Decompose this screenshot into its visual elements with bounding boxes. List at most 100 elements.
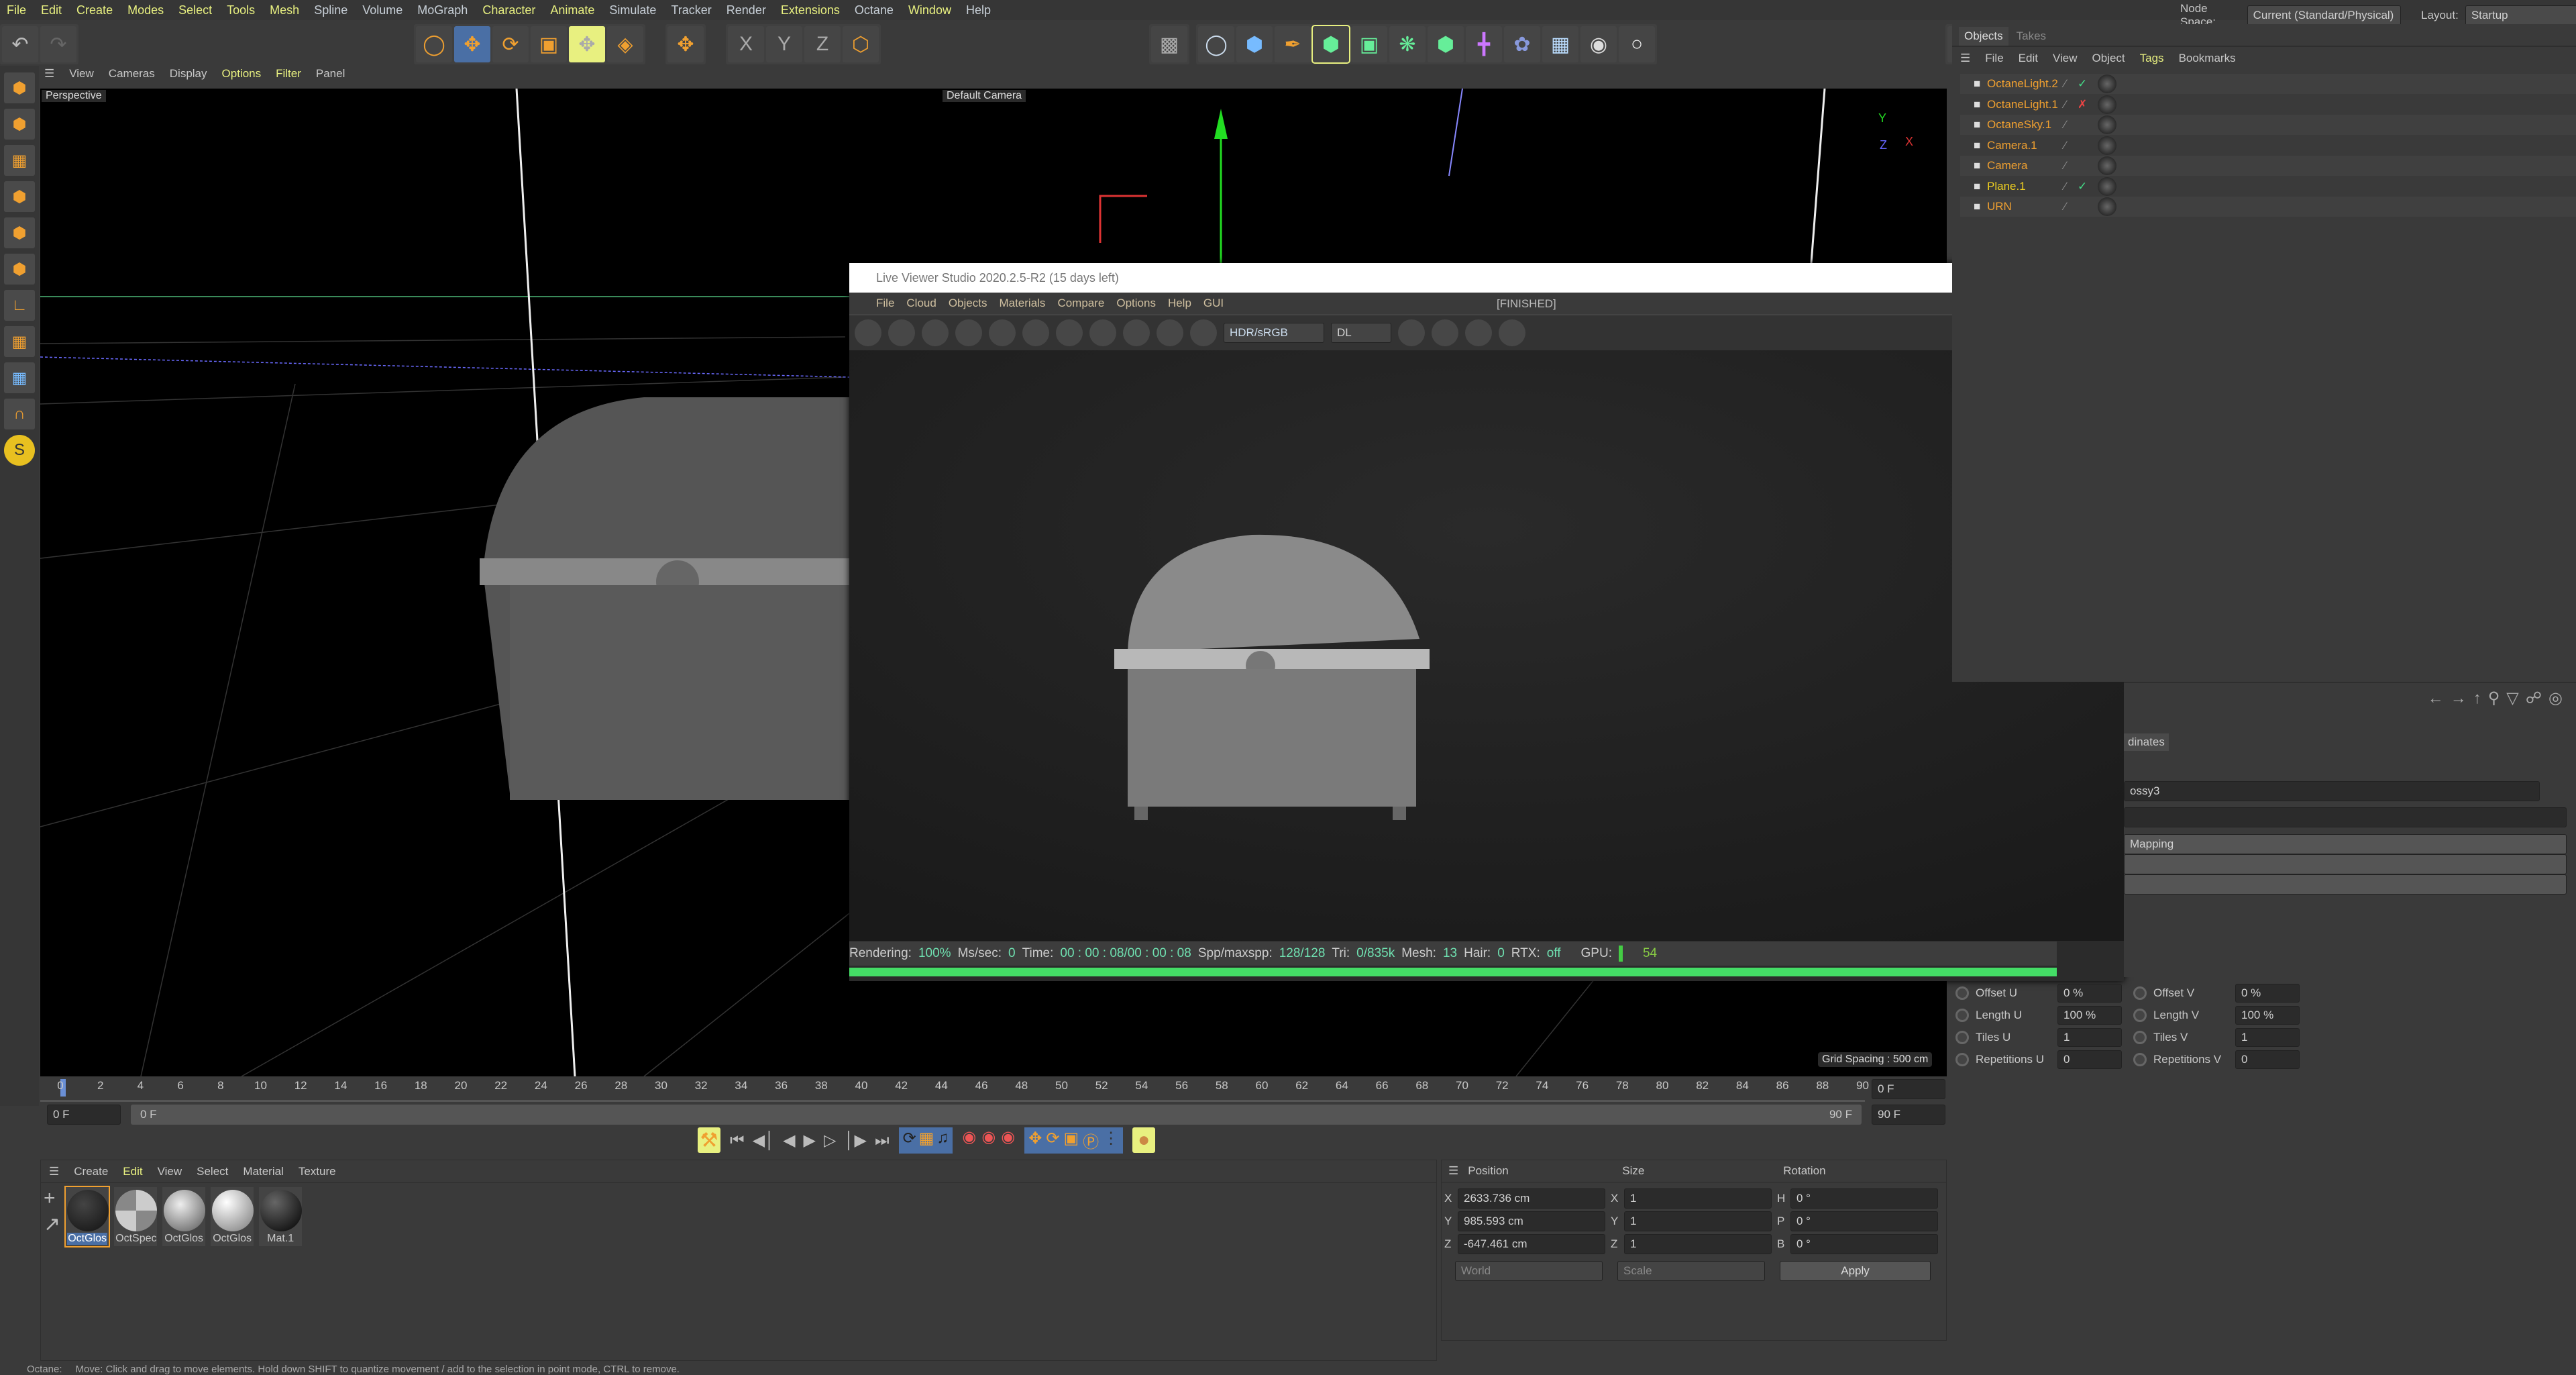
key-scale-icon[interactable]: ▣: [1063, 1129, 1079, 1152]
animate-radio[interactable]: [2133, 986, 2147, 1000]
menu-render[interactable]: Render: [727, 3, 766, 17]
menu-window[interactable]: Window: [908, 3, 951, 17]
viewport-menu-view[interactable]: View: [69, 67, 94, 81]
menu-tools[interactable]: Tools: [227, 3, 255, 17]
object-name[interactable]: OctaneLight.2: [1987, 77, 2064, 91]
coord-mode-dropdown[interactable]: World: [1455, 1261, 1603, 1281]
objects-menu-tags[interactable]: Tags: [2140, 52, 2164, 65]
hamburger-icon[interactable]: ☰: [1448, 1164, 1458, 1178]
material-swatch[interactable]: OctSpec: [114, 1187, 158, 1246]
view-name-label[interactable]: Perspective: [42, 90, 106, 102]
object-row[interactable]: ■ OctaneSky.1 ⁄: [1960, 115, 2576, 135]
snapshot-icon[interactable]: [1465, 319, 1492, 346]
viewport-menu-display[interactable]: Display: [170, 67, 207, 81]
object-row[interactable]: ■ URN ⁄: [1960, 197, 2576, 217]
motion-system-icon[interactable]: ●: [1132, 1127, 1156, 1153]
material-menu-create[interactable]: Create: [74, 1165, 108, 1178]
end-frame-field[interactable]: 90 F: [1872, 1105, 1945, 1125]
visibility-icon[interactable]: ⁄: [2064, 118, 2078, 132]
rotate-tool-icon[interactable]: ⟳: [492, 26, 529, 62]
menu-modes[interactable]: Modes: [127, 3, 164, 17]
menu-tracker[interactable]: Tracker: [671, 3, 711, 17]
record-icon[interactable]: ◉: [962, 1127, 976, 1154]
object-row[interactable]: ■ Camera.1 ⁄: [1960, 135, 2576, 156]
visibility-icon[interactable]: ⁄: [2064, 77, 2078, 91]
material-menu-texture[interactable]: Texture: [299, 1165, 336, 1178]
animate-radio[interactable]: [2133, 1052, 2147, 1066]
reload-icon[interactable]: [888, 319, 915, 346]
projection-dropdown[interactable]: Mapping: [2124, 834, 2567, 854]
camera-label[interactable]: Default Camera: [943, 90, 1026, 102]
enabled-icon[interactable]: ✓: [2078, 77, 2098, 91]
menu-spline[interactable]: Spline: [314, 3, 347, 17]
size-mode-dropdown[interactable]: Scale: [1617, 1261, 1765, 1281]
loop-icon[interactable]: ⟳: [903, 1129, 916, 1152]
tag-icon[interactable]: [2098, 95, 2116, 114]
size-x-field[interactable]: 1: [1624, 1188, 1772, 1209]
tag-icon[interactable]: [2098, 197, 2116, 216]
menu-simulate[interactable]: Simulate: [609, 3, 656, 17]
clay-icon[interactable]: [1398, 319, 1425, 346]
lv-menu-file[interactable]: File: [876, 297, 894, 310]
keyframe-selection-icon[interactable]: ◉: [1001, 1127, 1015, 1154]
material-link-field[interactable]: ossy3: [2124, 781, 2540, 801]
menu-animate[interactable]: Animate: [550, 3, 594, 17]
extrude-icon[interactable]: ▣: [1351, 26, 1387, 62]
tag-icon[interactable]: [2098, 176, 2116, 196]
field-value[interactable]: 1: [2057, 1027, 2122, 1047]
material-menu-select[interactable]: Select: [197, 1165, 228, 1178]
position-y-field[interactable]: 985.593 cm: [1458, 1211, 1605, 1231]
model-mode-icon[interactable]: ⬢: [4, 109, 35, 140]
redo-icon[interactable]: ↷: [40, 26, 76, 62]
viewport-menu-options[interactable]: Options: [222, 67, 262, 81]
null-object-icon[interactable]: ◯: [1198, 26, 1234, 62]
objects-menu-edit[interactable]: Edit: [2019, 52, 2038, 65]
zoom-out-icon[interactable]: [1123, 319, 1150, 346]
object-row[interactable]: ■ OctaneLight.1 ⁄ ✗: [1960, 94, 2576, 115]
material-swatch[interactable]: OctGlos: [211, 1187, 254, 1246]
position-x-field[interactable]: 2633.736 cm: [1458, 1188, 1605, 1209]
side-dropdown[interactable]: [2124, 854, 2567, 874]
select-tool-icon[interactable]: ◯: [416, 26, 452, 62]
field-value[interactable]: 100 %: [2057, 1005, 2122, 1025]
s-icon[interactable]: S: [4, 435, 35, 466]
lv-menu-help[interactable]: Help: [1168, 297, 1191, 310]
pen-icon[interactable]: ✒: [1275, 26, 1311, 62]
autokey-icon[interactable]: ◉: [981, 1127, 996, 1154]
visibility-icon[interactable]: ⁄: [2064, 159, 2078, 172]
key-rotation-icon[interactable]: ⟳: [1046, 1129, 1059, 1152]
start-frame-field[interactable]: 0 F: [47, 1105, 121, 1125]
visibility-icon[interactable]: ⁄: [2064, 139, 2078, 152]
tag-icon[interactable]: [2098, 156, 2116, 175]
tonemap-dropdown[interactable]: HDR/sRGB: [1224, 323, 1324, 343]
region-icon[interactable]: [955, 319, 982, 346]
object-name[interactable]: Camera: [1987, 159, 2064, 172]
menu-character[interactable]: Character: [482, 3, 535, 17]
sphere-icon[interactable]: [1499, 319, 1525, 346]
axis-mode-icon[interactable]: ∟: [4, 290, 35, 321]
lv-menu-gui[interactable]: GUI: [1203, 297, 1224, 310]
hamburger-icon[interactable]: ☰: [49, 1165, 59, 1178]
rotation-b-field[interactable]: 0 °: [1790, 1234, 1938, 1254]
current-frame-field[interactable]: 0 F: [1872, 1079, 1945, 1099]
axis-icon[interactable]: ✥: [667, 26, 704, 62]
settings-icon[interactable]: [989, 319, 1016, 346]
menu-extensions[interactable]: Extensions: [781, 3, 840, 17]
selection-field[interactable]: [2124, 807, 2567, 827]
next-frame-icon[interactable]: ▷: [824, 1131, 836, 1150]
lv-menu-cloud[interactable]: Cloud: [906, 297, 936, 310]
menu-octane[interactable]: Octane: [855, 3, 894, 17]
film-icon[interactable]: ▦: [919, 1129, 934, 1152]
field-value[interactable]: 0: [2235, 1050, 2300, 1069]
key-pla-icon[interactable]: ⋮: [1103, 1129, 1119, 1152]
record-keys-icon[interactable]: ⚒: [698, 1127, 720, 1153]
lv-menu-materials[interactable]: Materials: [999, 297, 1045, 310]
key-position-icon[interactable]: ✥: [1028, 1129, 1042, 1152]
lv-menu-options[interactable]: Options: [1116, 297, 1156, 310]
position-z-field[interactable]: -647.461 cm: [1458, 1234, 1605, 1254]
material-menu-material[interactable]: Material: [243, 1165, 283, 1178]
animate-radio[interactable]: [1955, 1030, 1969, 1044]
add-material-icon[interactable]: +: [44, 1187, 60, 1210]
polygons-mode-icon[interactable]: ⬢: [4, 254, 35, 285]
menu-mograph[interactable]: MoGraph: [417, 3, 468, 17]
